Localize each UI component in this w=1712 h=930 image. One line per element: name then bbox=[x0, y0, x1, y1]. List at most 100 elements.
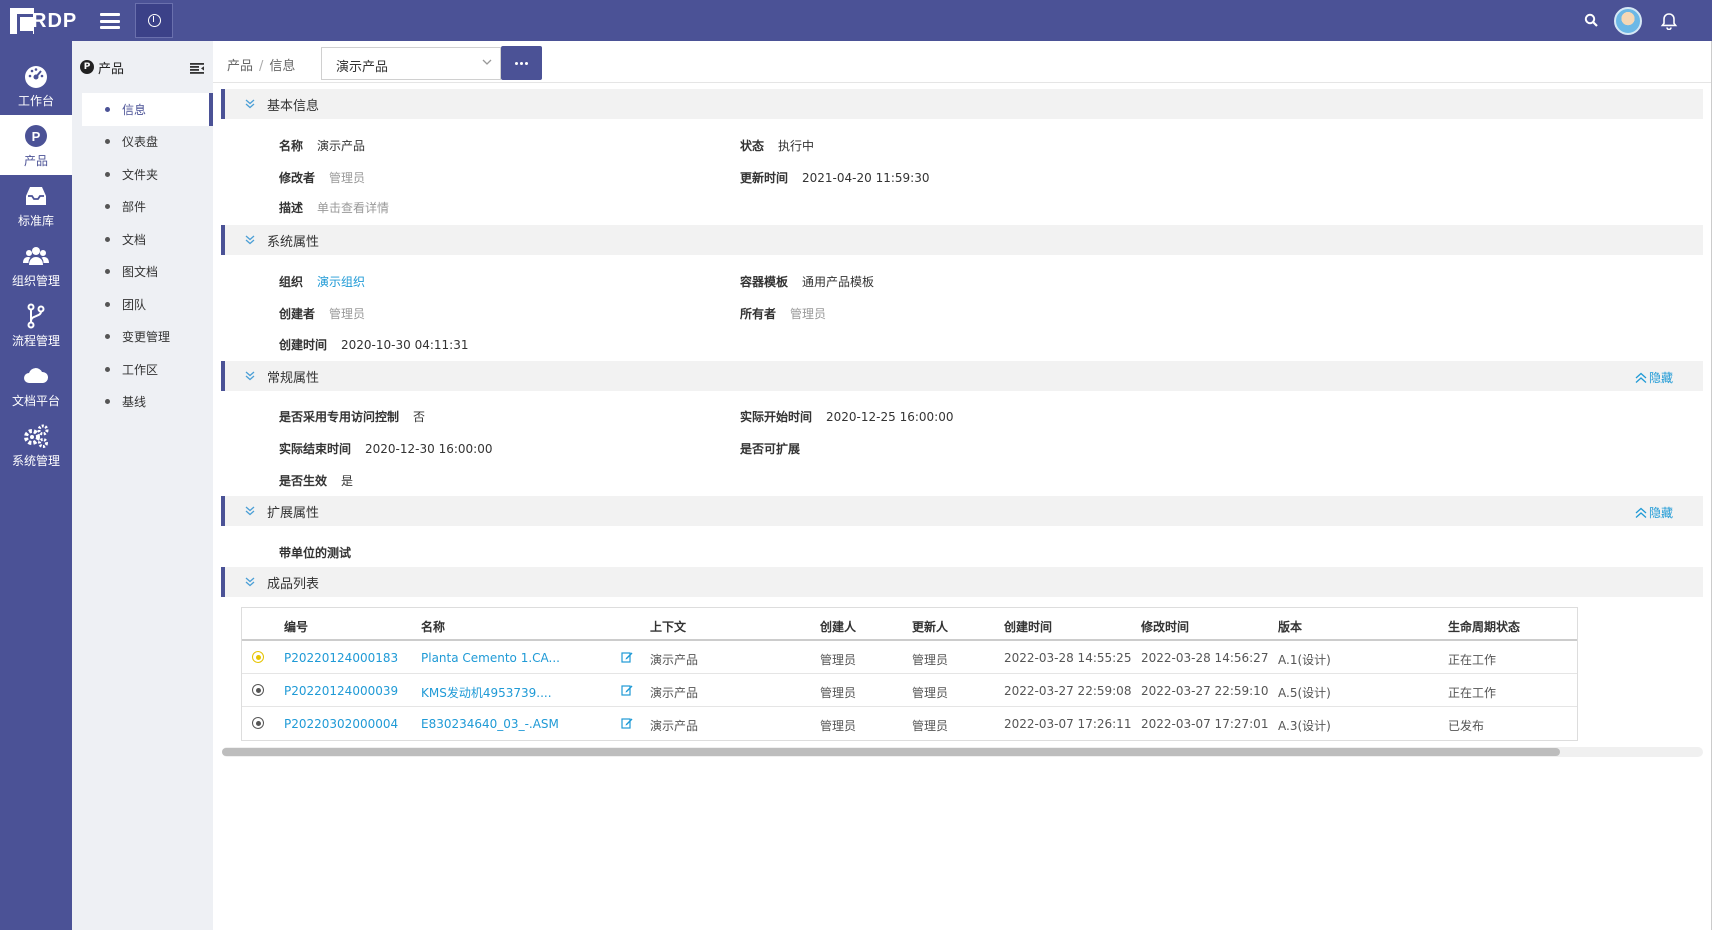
collapse-menu-icon[interactable] bbox=[190, 63, 204, 74]
row-modified: 2022-03-07 17:27:01 bbox=[1141, 717, 1269, 731]
nav-item-product[interactable]: P 产品 bbox=[0, 115, 72, 175]
subnav-item-change-management[interactable]: 变更管理 bbox=[82, 321, 213, 354]
row-name-link[interactable]: Planta Cemento 1.CA... bbox=[421, 651, 560, 665]
nav-item-doc-platform[interactable]: 文档平台 bbox=[0, 355, 72, 415]
subnav-title: 产品 bbox=[98, 61, 125, 77]
users-icon bbox=[23, 246, 49, 265]
inbox-icon bbox=[26, 186, 46, 205]
subnav-item-label: 部件 bbox=[122, 200, 147, 215]
row-name-link[interactable]: KMS发动机4953739.... bbox=[421, 684, 552, 701]
col-version[interactable]: 版本 bbox=[1278, 618, 1302, 635]
hide-label: 隐藏 bbox=[1648, 506, 1673, 520]
bell-icon[interactable] bbox=[1660, 12, 1678, 30]
subnav-item-parts[interactable]: 部件 bbox=[82, 191, 213, 224]
row-number-link[interactable]: P20220302000004 bbox=[284, 717, 398, 731]
double-chevron-up-icon bbox=[1635, 372, 1647, 383]
horizontal-scrollbar[interactable] bbox=[222, 747, 1703, 757]
row-name-link[interactable]: E830234640_03_-.ASM bbox=[421, 717, 559, 731]
col-context[interactable]: 上下文 bbox=[650, 618, 686, 635]
product-icon: P bbox=[25, 124, 47, 147]
scrollbar-thumb[interactable] bbox=[222, 748, 1560, 756]
subnav-item-documents[interactable]: 文档 bbox=[82, 223, 213, 256]
nav-label: 标准库 bbox=[17, 213, 54, 228]
nav-item-standard-library[interactable]: 标准库 bbox=[0, 175, 72, 235]
subnav-item-info[interactable]: 信息 bbox=[82, 93, 213, 126]
breadcrumb: 产品 / 信息 bbox=[227, 55, 295, 74]
subnav-item-dashboard[interactable]: 仪表盘 bbox=[82, 126, 213, 159]
section-extended-attributes[interactable]: 扩展属性 隐藏 bbox=[221, 496, 1703, 526]
col-updater[interactable]: 更新人 bbox=[912, 618, 948, 635]
gears-icon bbox=[24, 424, 49, 448]
subnav-item-drawings[interactable]: 图文档 bbox=[82, 256, 213, 289]
nav-label: 产品 bbox=[23, 153, 48, 168]
field-unit-test: 带单位的测试 bbox=[279, 546, 352, 560]
field-name: 名称 演示产品 bbox=[279, 139, 366, 153]
app-logo[interactable]: RDP bbox=[10, 6, 77, 36]
row-lifecycle: 正在工作 bbox=[1448, 653, 1497, 667]
field-effective: 是否生效是 bbox=[279, 474, 354, 488]
user-avatar[interactable] bbox=[1614, 7, 1642, 35]
section-title: 扩展属性 bbox=[267, 505, 320, 521]
main-nav: 工作台 P 产品 标准库 组织管理 流程管理 文档平台 系统管理 bbox=[0, 41, 72, 930]
row-version: A.5(设计) bbox=[1278, 686, 1331, 700]
row-radio[interactable] bbox=[252, 651, 264, 663]
row-radio[interactable] bbox=[252, 684, 264, 696]
search-icon[interactable] bbox=[1584, 13, 1598, 27]
edit-icon[interactable] bbox=[621, 651, 633, 663]
row-created: 2022-03-27 22:59:08 bbox=[1004, 684, 1132, 698]
edit-icon[interactable] bbox=[621, 717, 633, 729]
col-name[interactable]: 名称 bbox=[421, 618, 445, 635]
product-select[interactable]: 演示产品 bbox=[321, 47, 501, 80]
double-chevron-down-icon bbox=[245, 506, 255, 516]
hide-general-link[interactable]: 隐藏 bbox=[1635, 369, 1673, 386]
hide-extended-link[interactable]: 隐藏 bbox=[1635, 504, 1673, 521]
breadcrumb-product[interactable]: 产品 bbox=[227, 59, 253, 74]
nav-item-system-management[interactable]: 系统管理 bbox=[0, 415, 72, 475]
subnav-item-folders[interactable]: 文件夹 bbox=[82, 158, 213, 191]
col-lifecycle[interactable]: 生命周期状态 bbox=[1448, 618, 1520, 635]
table-row[interactable]: P20220124000039 KMS发动机4953739.... 演示产品 管… bbox=[242, 674, 1577, 707]
nav-item-dashboard[interactable]: 工作台 bbox=[0, 55, 72, 115]
subnav-item-label: 文件夹 bbox=[122, 167, 159, 182]
power-icon bbox=[147, 14, 161, 27]
section-basic-info[interactable]: 基本信息 bbox=[221, 89, 1703, 119]
menu-toggle-icon[interactable] bbox=[100, 13, 120, 29]
section-title: 常规属性 bbox=[267, 370, 320, 386]
more-actions-button[interactable] bbox=[501, 46, 542, 80]
row-radio[interactable] bbox=[252, 717, 264, 729]
nav-item-workflow[interactable]: 流程管理 bbox=[0, 295, 72, 355]
breadcrumb-separator: / bbox=[259, 59, 264, 74]
subnav-item-label: 基线 bbox=[122, 395, 147, 410]
row-number-link[interactable]: P20220124000183 bbox=[284, 651, 398, 665]
row-updater: 管理员 bbox=[912, 719, 949, 733]
section-system-attributes[interactable]: 系统属性 bbox=[221, 225, 1703, 255]
double-chevron-down-icon bbox=[245, 371, 255, 381]
table-row[interactable]: P20220124000183 Planta Cemento 1.CA... 演… bbox=[242, 641, 1577, 674]
main-content: 产品 / 信息 演示产品 基本信息 名称 演示产品 状态 执行中 修改者 管理员 更新时间… bbox=[213, 41, 1712, 930]
row-creator: 管理员 bbox=[820, 686, 857, 700]
field-extensible: 是否可扩展 bbox=[740, 442, 801, 456]
info-button[interactable] bbox=[135, 3, 173, 38]
nav-label: 组织管理 bbox=[11, 273, 60, 288]
table-row[interactable]: P20220302000004 E830234640_03_-.ASM 演示产品… bbox=[242, 707, 1577, 740]
col-created[interactable]: 创建时间 bbox=[1004, 618, 1052, 635]
col-modified[interactable]: 修改时间 bbox=[1141, 618, 1189, 635]
breadcrumb-info: 信息 bbox=[269, 59, 296, 74]
field-private-access: 是否采用专用访问控制否 bbox=[279, 410, 426, 424]
section-products-list[interactable]: 成品列表 bbox=[221, 567, 1703, 597]
organization-link[interactable]: 演示组织 bbox=[317, 273, 365, 290]
nav-label: 工作台 bbox=[17, 93, 54, 108]
description-link[interactable]: 单击查看详情 bbox=[317, 199, 389, 216]
nav-item-org-management[interactable]: 组织管理 bbox=[0, 235, 72, 295]
logo-text: RDP bbox=[32, 9, 78, 32]
section-general-attributes[interactable]: 常规属性 隐藏 bbox=[221, 361, 1703, 391]
subnav-item-workspace[interactable]: 工作区 bbox=[82, 353, 213, 386]
subnav-item-baseline[interactable]: 基线 bbox=[82, 386, 213, 419]
subnav-item-team[interactable]: 团队 bbox=[82, 288, 213, 321]
col-number[interactable]: 编号 bbox=[284, 618, 308, 635]
row-number-link[interactable]: P20220124000039 bbox=[284, 684, 398, 698]
double-chevron-down-icon bbox=[245, 577, 255, 587]
double-chevron-up-icon bbox=[1635, 507, 1647, 518]
col-creator[interactable]: 创建人 bbox=[820, 618, 856, 635]
edit-icon[interactable] bbox=[621, 684, 633, 696]
